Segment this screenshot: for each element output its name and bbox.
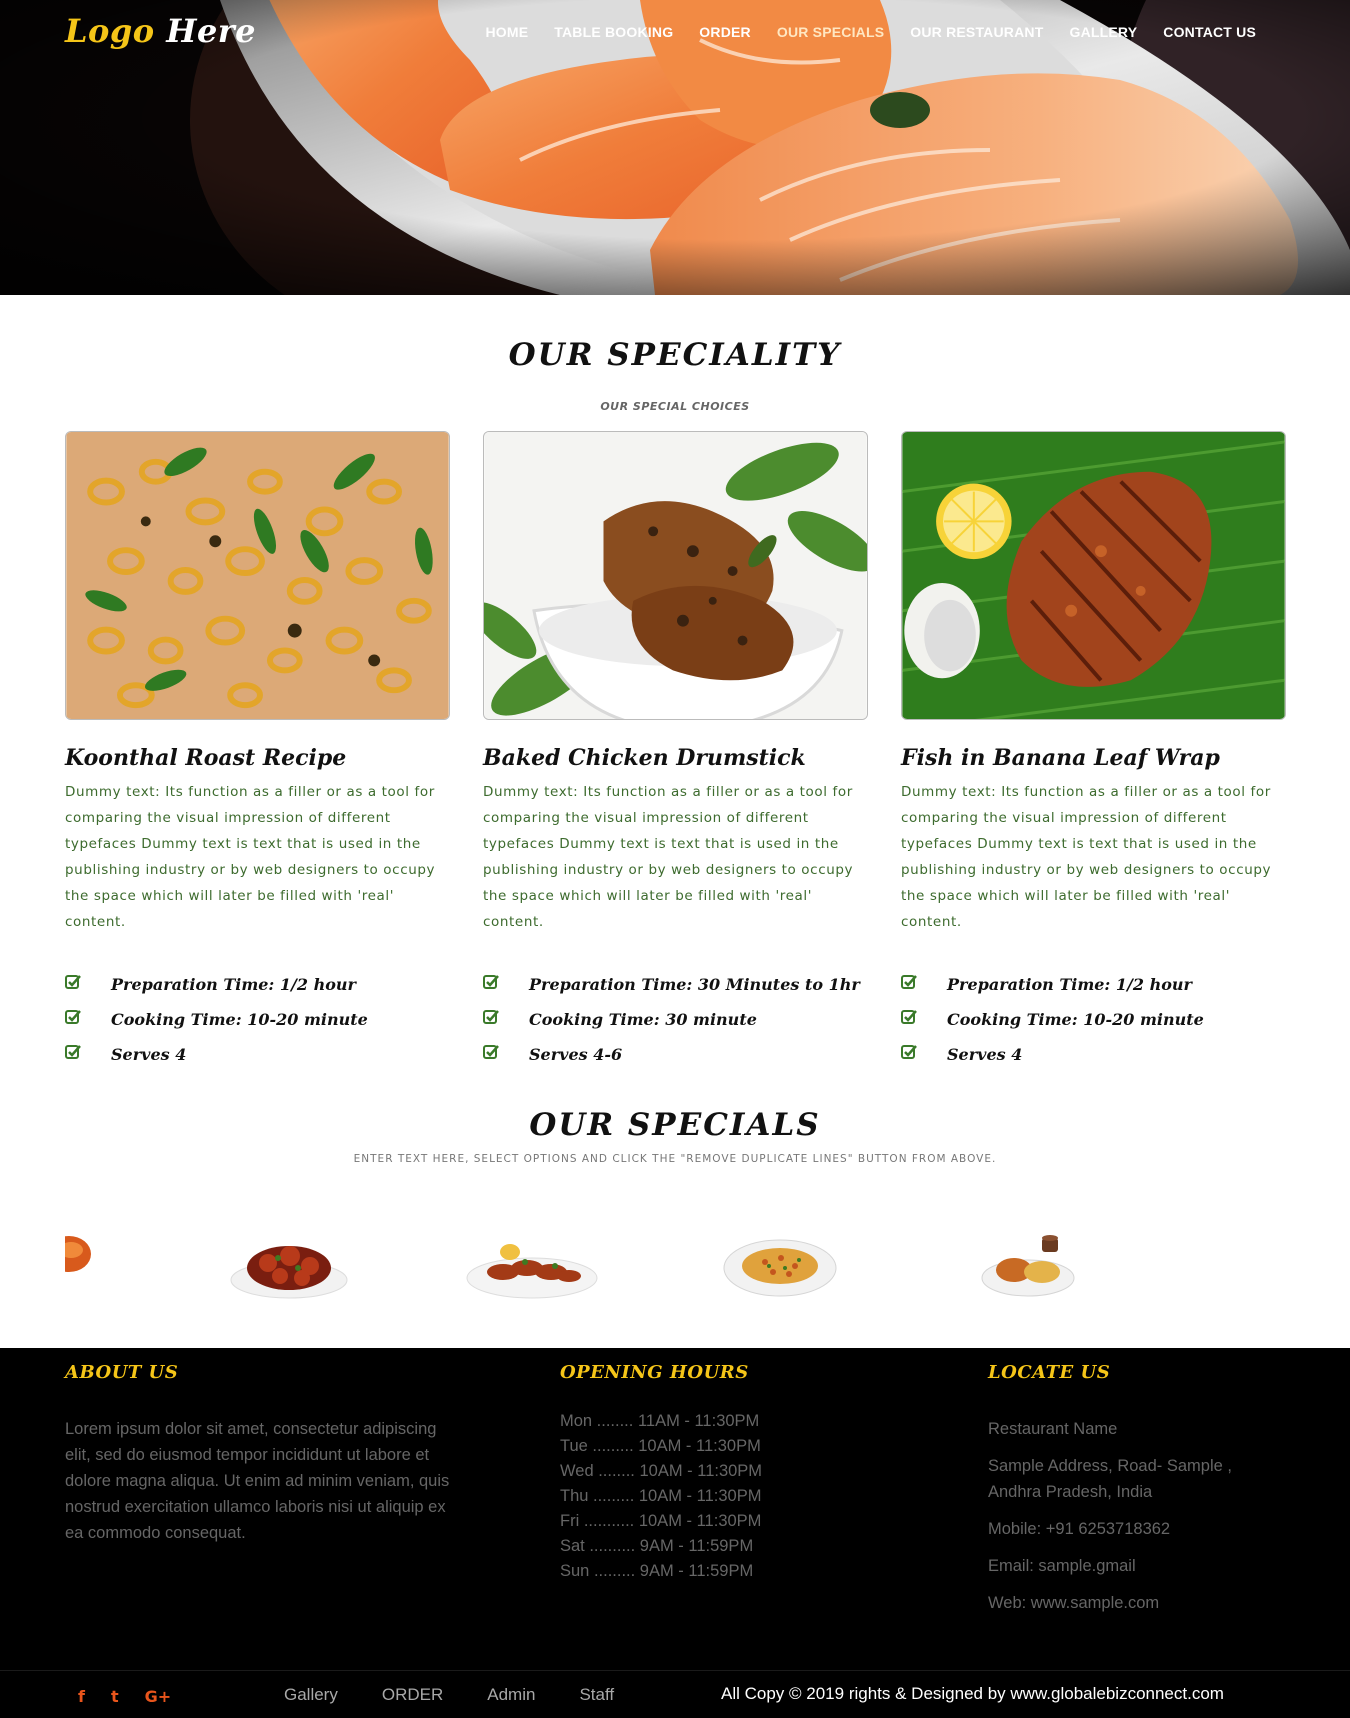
logo-text-secondary: Here <box>166 12 257 50</box>
check-square-icon <box>901 974 947 995</box>
preparation-time: Preparation Time: 1/2 hour <box>111 975 356 994</box>
nav-home[interactable]: HOME <box>485 24 528 40</box>
fact-item: Serves 4 <box>901 1037 1286 1072</box>
cooking-time: Cooking Time: 30 minute <box>529 1010 757 1029</box>
specials-dish-image[interactable] <box>980 1228 1076 1305</box>
check-square-icon <box>483 974 529 995</box>
hours-row: Thu ......... 10AM - 11:30PM <box>560 1487 762 1505</box>
check-square-icon <box>483 1044 529 1065</box>
speciality-card: Fish in Banana Leaf Wrap Dummy text: Its… <box>901 431 1286 1072</box>
speciality-card: Koonthal Roast Recipe Dummy text: Its fu… <box>65 431 450 1072</box>
footer-bottom-bar: f t G+ Gallery ORDER Admin Staff All Cop… <box>0 1670 1350 1718</box>
card-description: Dummy text: Its function as a filler or … <box>483 784 854 930</box>
restaurant-email[interactable]: Email: sample.gmail <box>988 1553 1248 1579</box>
footer-links: Gallery ORDER Admin Staff <box>284 1685 658 1705</box>
nav-our-restaurant[interactable]: OUR RESTAURANT <box>910 24 1043 40</box>
nav-gallery[interactable]: GALLERY <box>1069 24 1137 40</box>
restaurant-web[interactable]: Web: www.sample.com <box>988 1590 1248 1616</box>
fact-item: Cooking Time: 10-20 minute <box>65 1002 450 1037</box>
hours-row: Tue ......... 10AM - 11:30PM <box>560 1437 761 1455</box>
footer-link-order[interactable]: ORDER <box>382 1685 443 1705</box>
serves: Serves 4-6 <box>529 1045 623 1064</box>
card-title: Baked Chicken Drumstick <box>483 745 806 771</box>
logo-text-primary: Logo <box>65 12 155 50</box>
facebook-icon[interactable]: f <box>78 1687 85 1706</box>
card-facts: Preparation Time: 1/2 hour Cooking Time:… <box>901 967 1286 1072</box>
hours-row: Sat .......... 9AM - 11:59PM <box>560 1537 754 1555</box>
fish-banana-leaf-image[interactable] <box>901 431 1286 720</box>
specials-subtitle: ENTER TEXT HERE, SELECT OPTIONS AND CLIC… <box>353 1153 997 1165</box>
restaurant-address: Sample Address, Road- Sample , Andhra Pr… <box>988 1457 1232 1501</box>
speciality-card: Baked Chicken Drumstick Dummy text: Its … <box>483 431 868 1072</box>
baked-chicken-image[interactable] <box>483 431 868 720</box>
check-square-icon <box>65 1009 111 1030</box>
fact-item: Preparation Time: 1/2 hour <box>901 967 1286 1002</box>
nav-order[interactable]: ORDER <box>699 24 751 40</box>
card-description: Dummy text: Its function as a filler or … <box>901 784 1272 930</box>
check-square-icon <box>483 1009 529 1030</box>
nav-contact-us[interactable]: CONTACT US <box>1163 24 1256 40</box>
card-facts: Preparation Time: 30 Minutes to 1hr Cook… <box>483 967 868 1072</box>
preparation-time: Preparation Time: 1/2 hour <box>947 975 1192 994</box>
locate-list: Restaurant Name Sample Address, Road- Sa… <box>988 1416 1248 1627</box>
speciality-subtitle: OUR SPECIAL CHOICES <box>600 400 750 413</box>
fact-item: Preparation Time: 30 Minutes to 1hr <box>483 967 868 1002</box>
card-facts: Preparation Time: 1/2 hour Cooking Time:… <box>65 967 450 1072</box>
cooking-time: Cooking Time: 10-20 minute <box>111 1010 368 1029</box>
footer-link-gallery[interactable]: Gallery <box>284 1685 338 1705</box>
card-title: Koonthal Roast Recipe <box>65 745 347 771</box>
specials-dish-image[interactable] <box>228 1228 350 1305</box>
opening-hours-heading: OPENING HOURS <box>560 1362 749 1383</box>
twitter-icon[interactable]: t <box>111 1687 119 1706</box>
fact-item: Cooking Time: 30 minute <box>483 1002 868 1037</box>
koonthal-roast-image[interactable] <box>65 431 450 720</box>
main-nav: HOME TABLE BOOKING ORDER OUR SPECIALS OU… <box>485 24 1256 40</box>
card-description: Dummy text: Its function as a filler or … <box>65 784 436 930</box>
about-heading: ABOUT US <box>65 1362 179 1383</box>
specials-title: OUR SPECIALS <box>529 1107 821 1143</box>
check-square-icon <box>65 974 111 995</box>
copyright-text: All Copy © 2019 rights & Designed by www… <box>721 1684 1224 1703</box>
nav-table-booking[interactable]: TABLE BOOKING <box>554 24 673 40</box>
preparation-time: Preparation Time: 30 Minutes to 1hr <box>529 975 860 994</box>
fact-item: Cooking Time: 10-20 minute <box>901 1002 1286 1037</box>
about-text: Lorem ipsum dolor sit amet, consectetur … <box>65 1420 450 1542</box>
serves: Serves 4 <box>947 1045 1023 1064</box>
footer-link-admin[interactable]: Admin <box>487 1685 535 1705</box>
restaurant-mobile: Mobile: +91 6253718362 <box>988 1520 1171 1538</box>
hours-row: Sun ......... 9AM - 11:59PM <box>560 1562 754 1580</box>
hours-row: Wed ........ 10AM - 11:30PM <box>560 1462 763 1480</box>
google-plus-icon[interactable]: G+ <box>145 1687 172 1706</box>
hero-header: Logo Here HOME TABLE BOOKING ORDER OUR S… <box>0 0 1350 295</box>
site-logo[interactable]: Logo Here <box>65 12 256 50</box>
locate-heading: LOCATE US <box>988 1362 1111 1383</box>
social-links: f t G+ <box>78 1687 171 1706</box>
fact-item: Serves 4 <box>65 1037 450 1072</box>
fact-item: Serves 4-6 <box>483 1037 868 1072</box>
speciality-title: OUR SPECIALITY <box>508 337 842 373</box>
cooking-time: Cooking Time: 10-20 minute <box>947 1010 1204 1029</box>
serves: Serves 4 <box>111 1045 187 1064</box>
nav-our-specials[interactable]: OUR SPECIALS <box>777 24 884 40</box>
check-square-icon <box>901 1009 947 1030</box>
specials-dish-image[interactable] <box>47 1228 91 1283</box>
check-square-icon <box>65 1044 111 1065</box>
hours-row: Fri ........... 10AM - 11:30PM <box>560 1512 762 1530</box>
hours-row: Mon ........ 11AM - 11:30PM <box>560 1412 760 1430</box>
site-footer: ABOUT US Lorem ipsum dolor sit amet, con… <box>0 1348 1350 1718</box>
fact-item: Preparation Time: 1/2 hour <box>65 967 450 1002</box>
specials-dish-image[interactable] <box>723 1228 838 1305</box>
card-title: Fish in Banana Leaf Wrap <box>901 745 1220 771</box>
check-square-icon <box>901 1044 947 1065</box>
restaurant-name: Restaurant Name <box>988 1420 1118 1438</box>
opening-hours-list: Mon ........ 11AM - 11:30PM Tue ........… <box>560 1409 762 1584</box>
footer-link-staff[interactable]: Staff <box>579 1685 614 1705</box>
specials-dish-image[interactable] <box>465 1228 600 1305</box>
